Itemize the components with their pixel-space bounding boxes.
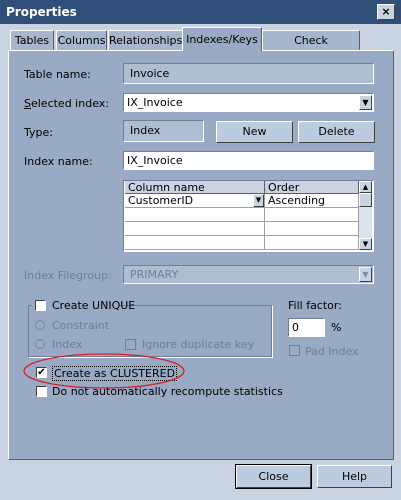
scroll-up-icon[interactable]: ▲ xyxy=(359,181,372,193)
table-row[interactable] xyxy=(125,236,265,250)
fill-factor-unit: % xyxy=(331,321,342,334)
grid-cell-order[interactable] xyxy=(265,222,359,236)
grid-cell-order[interactable] xyxy=(265,208,359,222)
tab-relationships[interactable]: Relationships xyxy=(108,30,183,50)
table-row[interactable] xyxy=(125,208,265,222)
index-radio[interactable] xyxy=(35,339,45,349)
selected-index-dropdown[interactable]: IX_Invoice ▼ xyxy=(123,93,374,112)
selected-index-label: SIX_Invoiceelected index: xyxy=(24,97,109,110)
window-close-button[interactable]: × xyxy=(377,4,395,20)
table-name-label: Table name: xyxy=(24,68,91,81)
window-title: Properties xyxy=(6,5,77,19)
close-button[interactable]: Close xyxy=(235,464,312,489)
delete-button[interactable]: Delete xyxy=(298,121,375,143)
title-bar: Properties × xyxy=(0,0,401,24)
help-button[interactable]: Help xyxy=(317,465,392,488)
chevron-down-icon[interactable]: ▼ xyxy=(253,194,264,207)
scroll-down-icon[interactable]: ▼ xyxy=(359,238,372,250)
pad-index-checkbox[interactable] xyxy=(289,345,300,356)
filegroup-label: Index Filegroup: xyxy=(24,269,112,282)
grid-header-order: Order xyxy=(265,181,359,194)
grid-header-column-name: Column name xyxy=(125,181,265,194)
tab-indexes-keys[interactable]: Indexes/Keys xyxy=(182,27,262,51)
constraint-radio[interactable] xyxy=(35,320,45,330)
filegroup-dropdown[interactable]: PRIMARY ▼ xyxy=(123,265,374,284)
tab-check-constraints[interactable]: Check Constraints xyxy=(262,30,360,66)
selected-index-value: IX_Invoice xyxy=(127,96,183,109)
index-name-label: Index name: xyxy=(24,155,93,168)
scroll-thumb[interactable] xyxy=(359,193,372,207)
type-field: Index xyxy=(123,120,204,142)
table-name-field: Invoice xyxy=(123,63,374,84)
grid-cell-order[interactable]: Ascending xyxy=(265,194,359,208)
chevron-down-icon[interactable]: ▼ xyxy=(359,95,372,110)
type-label: Type: xyxy=(24,126,53,139)
chevron-down-icon[interactable]: ▼ xyxy=(359,267,372,282)
table-row[interactable]: CustomerID ▼ xyxy=(125,194,265,208)
constraint-label: Constraint xyxy=(52,319,110,332)
tab-columns[interactable]: Columns xyxy=(56,30,107,50)
index-name-input[interactable]: IX_Invoice xyxy=(123,151,374,170)
create-unique-checkbox[interactable] xyxy=(35,300,46,311)
no-recompute-statistics-label: Do not automatically recompute statistic… xyxy=(52,385,283,398)
create-unique-toggle[interactable]: Create UNIQUE xyxy=(32,298,135,312)
filegroup-value: PRIMARY xyxy=(130,268,179,281)
pad-index-label: Pad Index xyxy=(305,345,359,358)
fill-factor-input[interactable]: 0 xyxy=(288,318,325,337)
fill-factor-label: Fill factor: xyxy=(288,299,342,312)
no-recompute-statistics-checkbox[interactable] xyxy=(36,386,47,397)
selected-index-label-text: elected index: xyxy=(30,97,109,110)
new-button[interactable]: New xyxy=(216,121,293,143)
tab-tables[interactable]: Tables xyxy=(10,30,54,50)
table-row[interactable] xyxy=(125,222,265,236)
grid-cell-order[interactable] xyxy=(265,236,359,250)
create-unique-label: Create UNIQUE xyxy=(52,299,136,312)
